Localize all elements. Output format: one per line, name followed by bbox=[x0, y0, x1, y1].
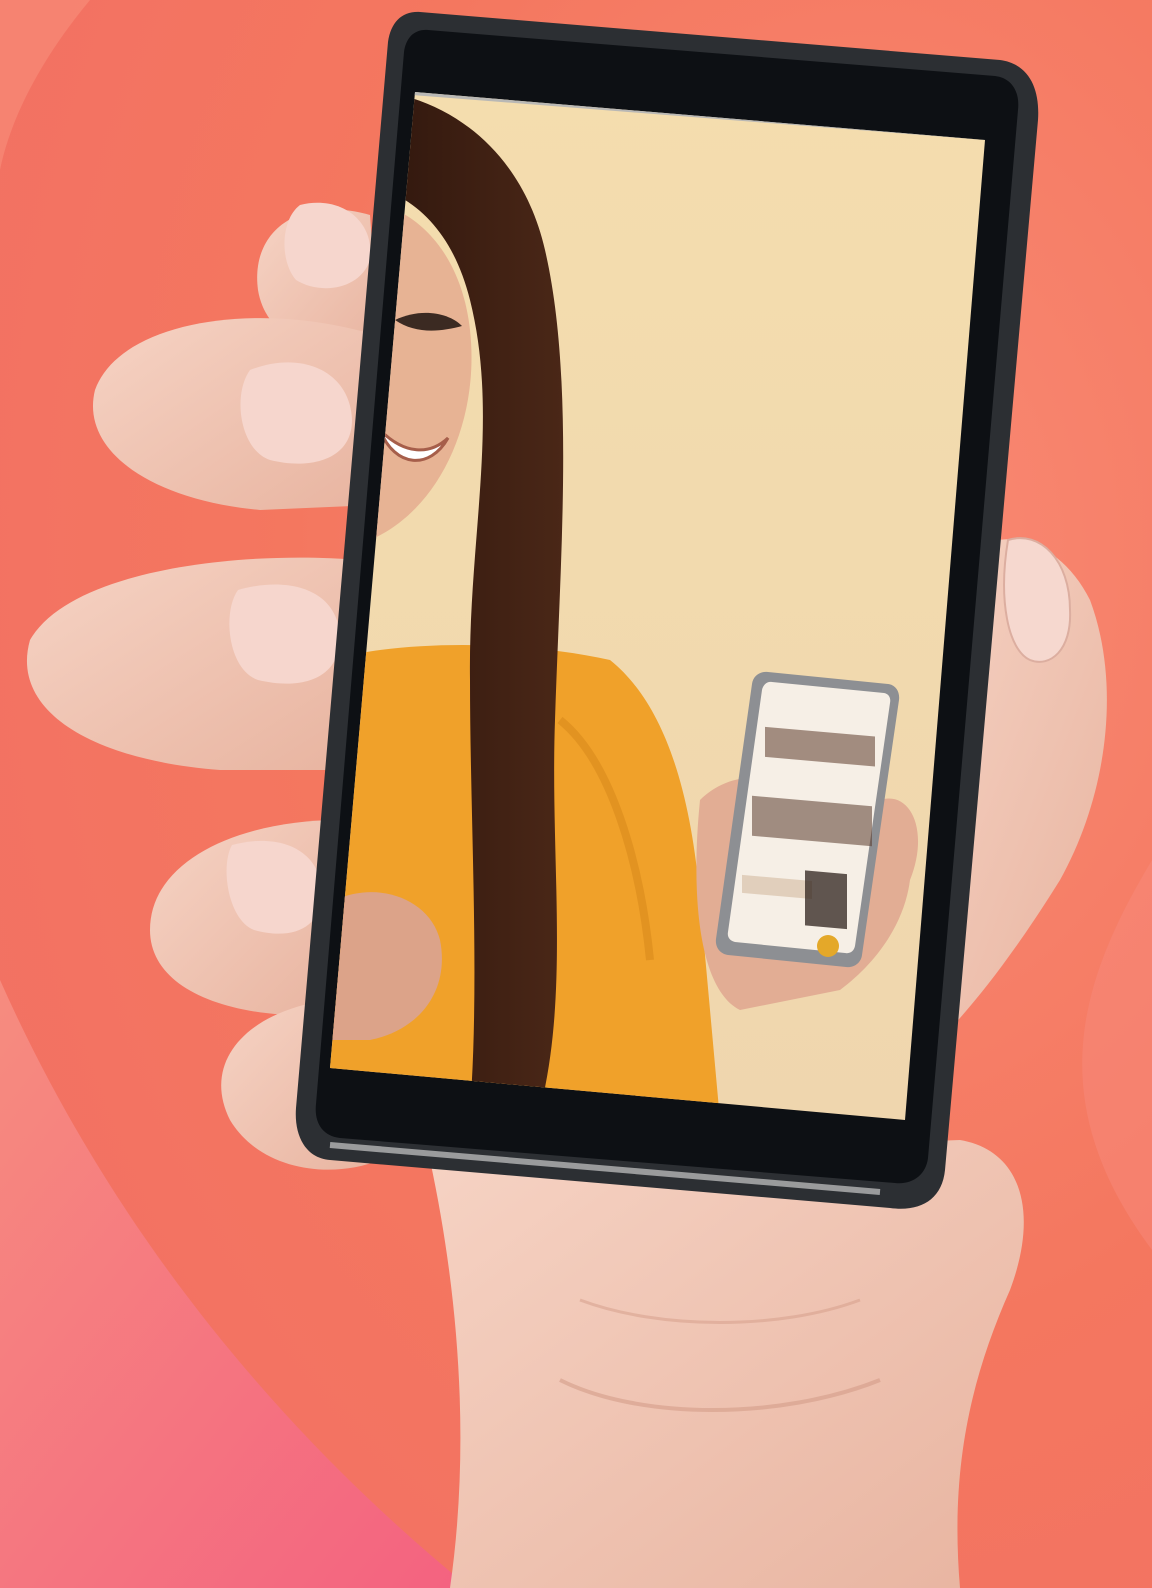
phone-screen bbox=[330, 92, 985, 1120]
badge-icon bbox=[817, 935, 839, 957]
hand-wrist bbox=[430, 1140, 1024, 1588]
promo-photo bbox=[0, 0, 1152, 1588]
photo-illustration bbox=[0, 0, 1152, 1588]
